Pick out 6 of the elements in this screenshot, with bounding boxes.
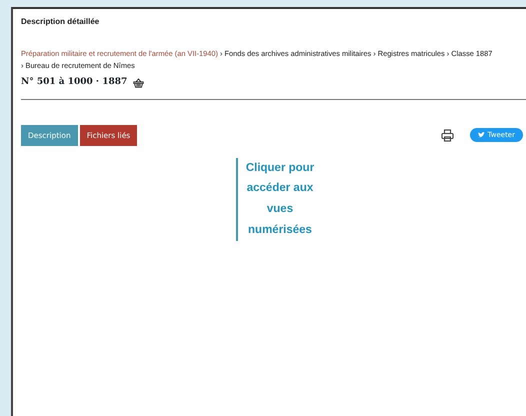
panel-title: Description détaillée <box>21 16 100 28</box>
basket-icon[interactable] <box>133 78 144 88</box>
record-title: N° 501 à 1000 · 1887 <box>21 76 128 89</box>
print-icon[interactable] <box>440 128 454 142</box>
view-digitized-link[interactable]: Cliquer pour accéder aux vues numérisées <box>236 158 322 241</box>
bird-icon <box>478 132 485 138</box>
